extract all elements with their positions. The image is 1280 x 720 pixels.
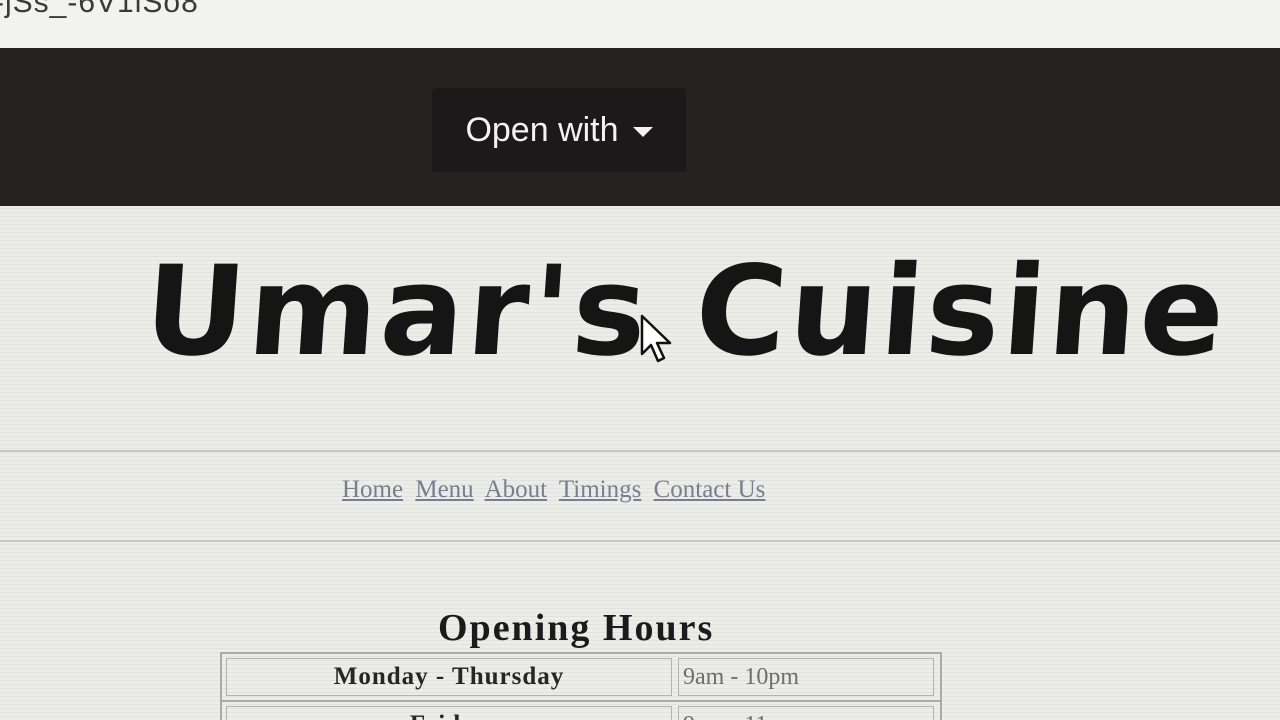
divider-bottom bbox=[0, 540, 1280, 542]
table-cell-time: 9am - 10pm bbox=[678, 658, 934, 696]
table-row: Monday - Thursday 9am - 10pm bbox=[222, 654, 940, 702]
divider-top bbox=[0, 450, 1280, 452]
opening-hours-table: Monday - Thursday 9am - 10pm Friday 9am … bbox=[220, 652, 942, 720]
open-with-label: Open with bbox=[465, 110, 619, 149]
table-cell-day: Monday - Thursday bbox=[226, 658, 672, 696]
browser-titlebar: -jSs_-6V1iSo8 bbox=[0, 0, 1280, 50]
opening-hours-heading: Opening Hours bbox=[438, 606, 715, 649]
mouse-cursor-icon bbox=[640, 314, 672, 363]
chevron-down-icon bbox=[632, 127, 653, 137]
table-row: Friday 9am - 11pm bbox=[222, 702, 940, 720]
tab-title[interactable]: -jSs_-6V1iSo8 bbox=[0, 0, 199, 20]
nav-link-home[interactable]: Home bbox=[342, 476, 403, 503]
nav-link-menu[interactable]: Menu bbox=[415, 476, 473, 503]
nav-link-timings[interactable]: Timings bbox=[559, 476, 641, 503]
screen: -jSs_-6V1iSo8 Open with Umar's Cuisine H… bbox=[0, 0, 1280, 720]
table-cell-day: Friday bbox=[226, 706, 672, 720]
open-with-button[interactable]: Open with bbox=[432, 88, 686, 172]
nav-link-about[interactable]: About bbox=[485, 476, 548, 503]
site-nav: Home Menu About Timings Contact Us bbox=[342, 476, 771, 504]
site-title: Umar's Cuisine bbox=[139, 240, 1233, 384]
table-cell-time: 9am - 11pm bbox=[678, 706, 934, 720]
nav-link-contact-us[interactable]: Contact Us bbox=[654, 476, 766, 503]
